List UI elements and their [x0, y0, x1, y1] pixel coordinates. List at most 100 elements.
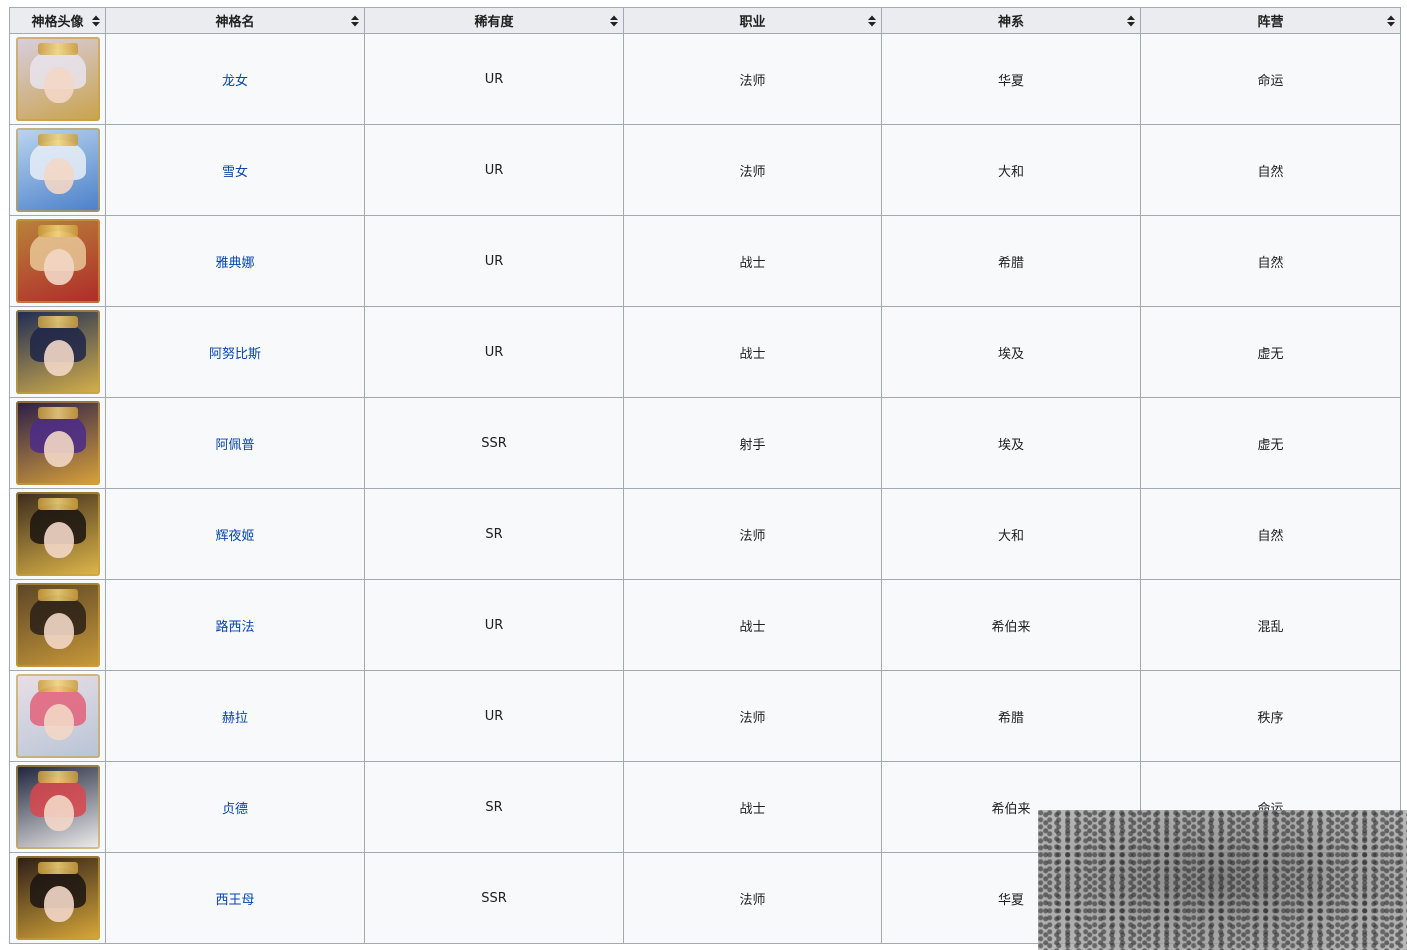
character-name-link[interactable]: 阿努比斯 [209, 347, 261, 362]
table-row: 路西法 UR 战士 希伯来 混乱 [9, 579, 1401, 671]
name-cell: 雪女 [105, 124, 365, 216]
character-avatar-image[interactable] [15, 856, 100, 940]
avatar-ornament-shape [37, 407, 78, 419]
header-row: 神格头像 神格名 稀有度 职业 神系 阵营 [9, 7, 1401, 34]
avatar-ornament-shape [37, 43, 78, 55]
avatar-ornament-shape [37, 498, 78, 510]
rarity-cell: UR [364, 124, 624, 216]
sort-icon[interactable] [868, 15, 876, 26]
name-cell: 赫拉 [105, 670, 365, 762]
column-header-name[interactable]: 神格名 [105, 7, 365, 34]
sort-icon[interactable] [351, 15, 359, 26]
avatar-cell [9, 306, 106, 398]
table-row: 龙女 UR 法师 华夏 命运 [9, 33, 1401, 125]
avatar-cell [9, 761, 106, 853]
sort-icon[interactable] [1387, 15, 1395, 26]
character-avatar-image[interactable] [15, 583, 100, 667]
class-cell: 战士 [623, 761, 882, 853]
character-avatar-image[interactable] [15, 765, 100, 849]
table-body: 龙女 UR 法师 华夏 命运 雪女 UR 法师 大和 自然 雅典娜 UR 战士 希腊 自然 阿努比斯 UR 战士埃… [9, 33, 1401, 944]
avatar-ornament-shape [37, 225, 78, 237]
rarity-cell: SR [364, 761, 624, 853]
rarity-cell: UR [364, 670, 624, 762]
sort-icon[interactable] [92, 15, 100, 26]
column-header-class[interactable]: 职业 [623, 7, 882, 34]
avatar-cell [9, 33, 106, 125]
avatar-face-shape [43, 158, 74, 194]
column-header-label: 神系 [997, 15, 1024, 30]
character-avatar-image[interactable] [15, 37, 100, 121]
character-avatar-image[interactable] [15, 674, 100, 758]
character-avatar-image[interactable] [15, 219, 100, 303]
pantheon-cell: 埃及 [881, 397, 1141, 489]
character-name-link[interactable]: 辉夜姬 [215, 529, 254, 544]
avatar-ornament-shape [37, 589, 78, 601]
avatar-cell [9, 488, 106, 580]
character-name-link[interactable]: 龙女 [222, 74, 248, 89]
column-header-label: 神格名 [215, 15, 255, 30]
avatar-ornament-shape [37, 680, 78, 692]
character-avatar-image[interactable] [15, 310, 100, 394]
column-header-label: 稀有度 [474, 15, 514, 30]
rarity-cell: SSR [364, 852, 624, 944]
rarity-cell: UR [364, 306, 624, 398]
character-name-link[interactable]: 雅典娜 [215, 256, 254, 271]
sort-icon[interactable] [1127, 15, 1135, 26]
table-row: 辉夜姬 SR 法师 大和 自然 [9, 488, 1401, 580]
name-cell: 西王母 [105, 852, 365, 944]
class-cell: 战士 [623, 306, 882, 398]
column-header-avatar[interactable]: 神格头像 [9, 7, 106, 34]
character-name-link[interactable]: 阿佩普 [215, 438, 254, 453]
name-cell: 雅典娜 [105, 215, 365, 307]
god-table: 神格头像 神格名 稀有度 职业 神系 阵营 龙女 UR 法师 华夏 命运 雪女 … [9, 7, 1401, 944]
pantheon-cell: 埃及 [881, 306, 1141, 398]
faction-cell: 混乱 [1140, 579, 1401, 671]
column-header-faction[interactable]: 阵营 [1140, 7, 1401, 34]
avatar-ornament-shape [37, 862, 78, 874]
avatar-face-shape [43, 795, 74, 831]
avatar-ornament-shape [37, 316, 78, 328]
class-cell: 战士 [623, 579, 882, 671]
pantheon-cell: 大和 [881, 488, 1141, 580]
character-name-link[interactable]: 西王母 [215, 893, 254, 908]
avatar-face-shape [43, 613, 74, 649]
column-header-rarity[interactable]: 稀有度 [364, 7, 624, 34]
avatar-face-shape [43, 340, 74, 376]
character-avatar-image[interactable] [15, 401, 100, 485]
avatar-face-shape [43, 704, 74, 740]
avatar-face-shape [43, 522, 74, 558]
faction-cell: 自然 [1140, 488, 1401, 580]
class-cell: 法师 [623, 670, 882, 762]
character-name-link[interactable]: 贞德 [222, 802, 248, 817]
class-cell: 法师 [623, 124, 882, 216]
faction-cell: 命运 [1140, 33, 1401, 125]
table-row: 阿佩普 SSR 射手 埃及 虚无 [9, 397, 1401, 489]
character-avatar-image[interactable] [15, 128, 100, 212]
table-row: 赫拉 UR 法师 希腊 秩序 [9, 670, 1401, 762]
class-cell: 射手 [623, 397, 882, 489]
class-cell: 法师 [623, 33, 882, 125]
avatar-cell [9, 852, 106, 944]
pantheon-cell: 华夏 [881, 33, 1141, 125]
faction-cell: 自然 [1140, 215, 1401, 307]
avatar-face-shape [43, 249, 74, 285]
faction-cell: 虚无 [1140, 306, 1401, 398]
character-avatar-image[interactable] [15, 492, 100, 576]
name-cell: 龙女 [105, 33, 365, 125]
avatar-cell [9, 579, 106, 671]
avatar-face-shape [43, 431, 74, 467]
sort-icon[interactable] [610, 15, 618, 26]
class-cell: 法师 [623, 488, 882, 580]
character-name-link[interactable]: 雪女 [222, 165, 248, 180]
name-cell: 贞德 [105, 761, 365, 853]
column-header-label: 阵营 [1257, 15, 1284, 30]
name-cell: 辉夜姬 [105, 488, 365, 580]
avatar-face-shape [43, 886, 74, 922]
avatar-ornament-shape [37, 771, 78, 783]
pantheon-cell: 希腊 [881, 215, 1141, 307]
class-cell: 战士 [623, 215, 882, 307]
character-name-link[interactable]: 路西法 [215, 620, 254, 635]
column-header-pantheon[interactable]: 神系 [881, 7, 1141, 34]
column-header-label: 职业 [739, 15, 766, 30]
character-name-link[interactable]: 赫拉 [222, 711, 248, 726]
